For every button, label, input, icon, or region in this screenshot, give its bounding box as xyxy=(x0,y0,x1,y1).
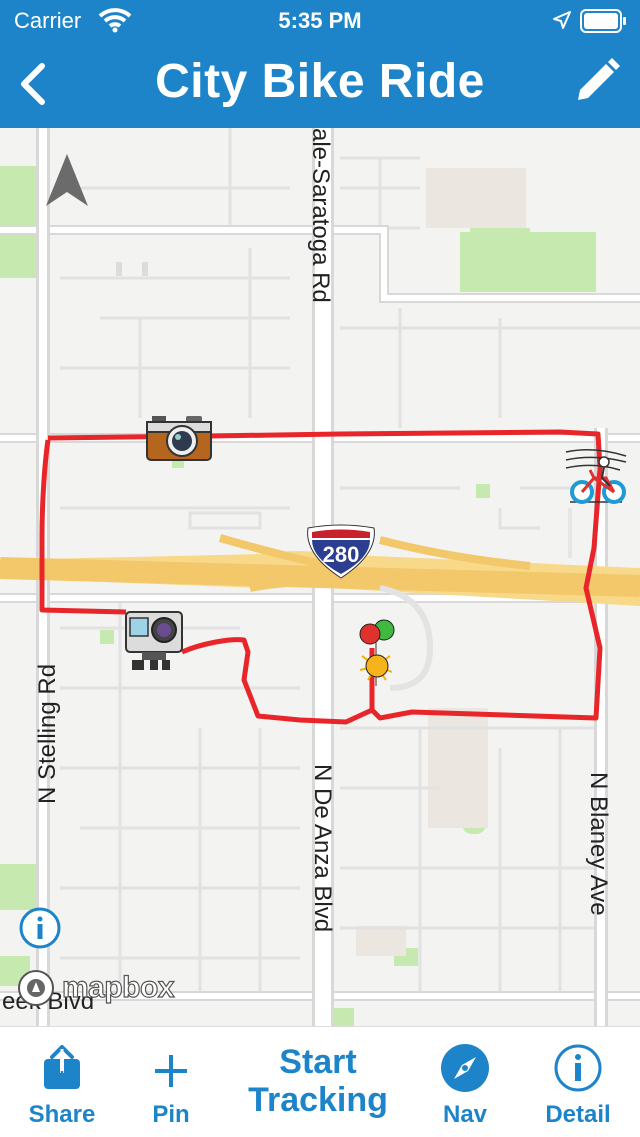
interstate-number: 280 xyxy=(323,542,360,567)
road-label-stelling: N Stelling Rd xyxy=(34,663,61,804)
map-view[interactable]: 280 ale-Saratoga Rd N Stelling Rd N De A… xyxy=(0,128,640,1026)
start-tracking-line2: Tracking xyxy=(248,1081,388,1119)
detail-label: Detail xyxy=(545,1101,611,1128)
interstate-shield: 280 xyxy=(304,524,378,585)
bottom-toolbar: Share Pin Start Tracking Nav Detail xyxy=(0,1026,640,1137)
pin-button[interactable]: Pin xyxy=(126,1027,216,1137)
pin-label: Pin xyxy=(152,1101,190,1128)
location-arrow-icon xyxy=(552,10,572,35)
share-icon xyxy=(42,1044,82,1096)
road-label-blaney: N Blaney Ave xyxy=(585,772,612,916)
bicycle-marker[interactable] xyxy=(564,448,628,513)
mapbox-attribution: mapbox xyxy=(61,970,175,1004)
compass-nav-icon xyxy=(440,1044,490,1098)
share-button[interactable]: Share xyxy=(12,1027,112,1137)
page-title: City Bike Ride xyxy=(155,55,485,108)
start-tracking-button[interactable]: Start Tracking xyxy=(230,1027,406,1137)
plus-icon xyxy=(153,1045,189,1094)
clock-label: 5:35 PM xyxy=(278,8,362,33)
battery-icon xyxy=(580,9,628,38)
start-tracking-line1: Start xyxy=(279,1043,357,1081)
mapbox-logo: mapbox xyxy=(16,968,175,1008)
nav-button[interactable]: Nav xyxy=(420,1027,510,1137)
road-label-de-anza: N De Anza Blvd xyxy=(309,764,336,933)
share-label: Share xyxy=(28,1101,96,1128)
pencil-icon[interactable] xyxy=(570,56,622,108)
map-info-icon[interactable] xyxy=(18,906,62,950)
info-icon xyxy=(553,1044,603,1098)
road-label-saratoga: ale-Saratoga Rd xyxy=(307,128,334,303)
camera-marker[interactable] xyxy=(146,414,212,467)
compass-icon[interactable] xyxy=(44,152,90,213)
nav-label: Nav xyxy=(442,1101,488,1128)
action-camera-marker[interactable] xyxy=(124,608,184,679)
balloons-marker[interactable] xyxy=(352,616,400,691)
mapbox-logo-icon xyxy=(18,970,54,1006)
detail-button[interactable]: Detail xyxy=(528,1027,628,1137)
navigation-bar: City Bike Ride xyxy=(0,40,640,128)
status-bar: Carrier 5:35 PM xyxy=(0,0,640,40)
